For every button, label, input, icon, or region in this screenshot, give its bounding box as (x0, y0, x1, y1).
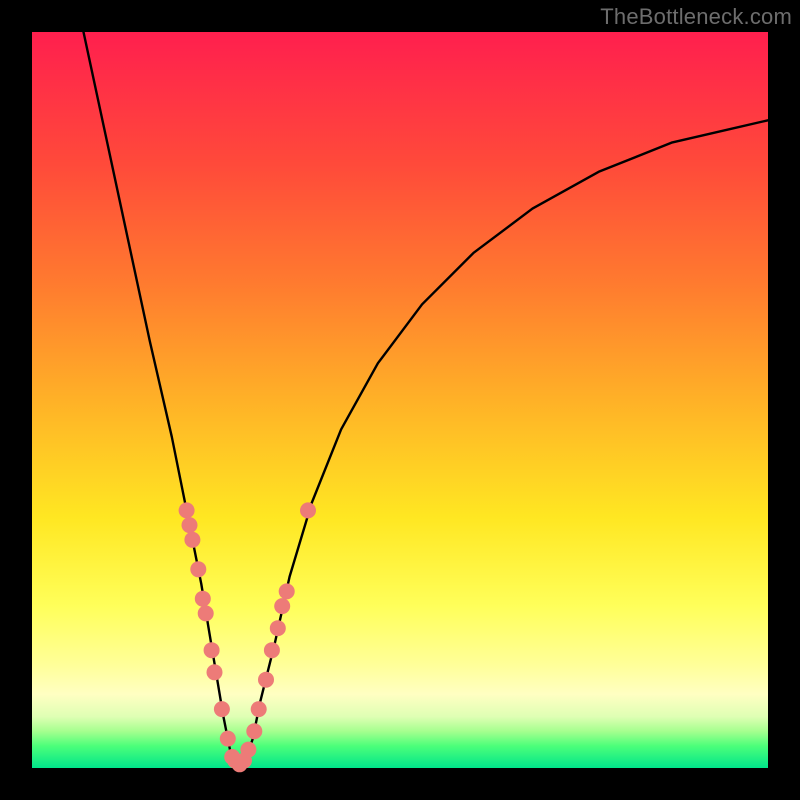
chart-svg-layer (0, 0, 800, 800)
sample-dot (270, 620, 286, 636)
sample-dot (207, 664, 223, 680)
sample-dot (190, 561, 206, 577)
bottleneck-curve (84, 32, 769, 768)
sample-dot (258, 672, 274, 688)
sample-dot (220, 731, 236, 747)
sample-dots-group (179, 502, 316, 772)
sample-dot (214, 701, 230, 717)
sample-dot (198, 605, 214, 621)
sample-dot (274, 598, 290, 614)
sample-dot (240, 742, 256, 758)
sample-dot (195, 591, 211, 607)
sample-dot (204, 642, 220, 658)
sample-dot (264, 642, 280, 658)
sample-dot (279, 583, 295, 599)
sample-dot (182, 517, 198, 533)
sample-dot (179, 502, 195, 518)
sample-dot (246, 723, 262, 739)
sample-dot (251, 701, 267, 717)
sample-dot (300, 502, 316, 518)
chart-frame: TheBottleneck.com (0, 0, 800, 800)
sample-dot (184, 532, 200, 548)
